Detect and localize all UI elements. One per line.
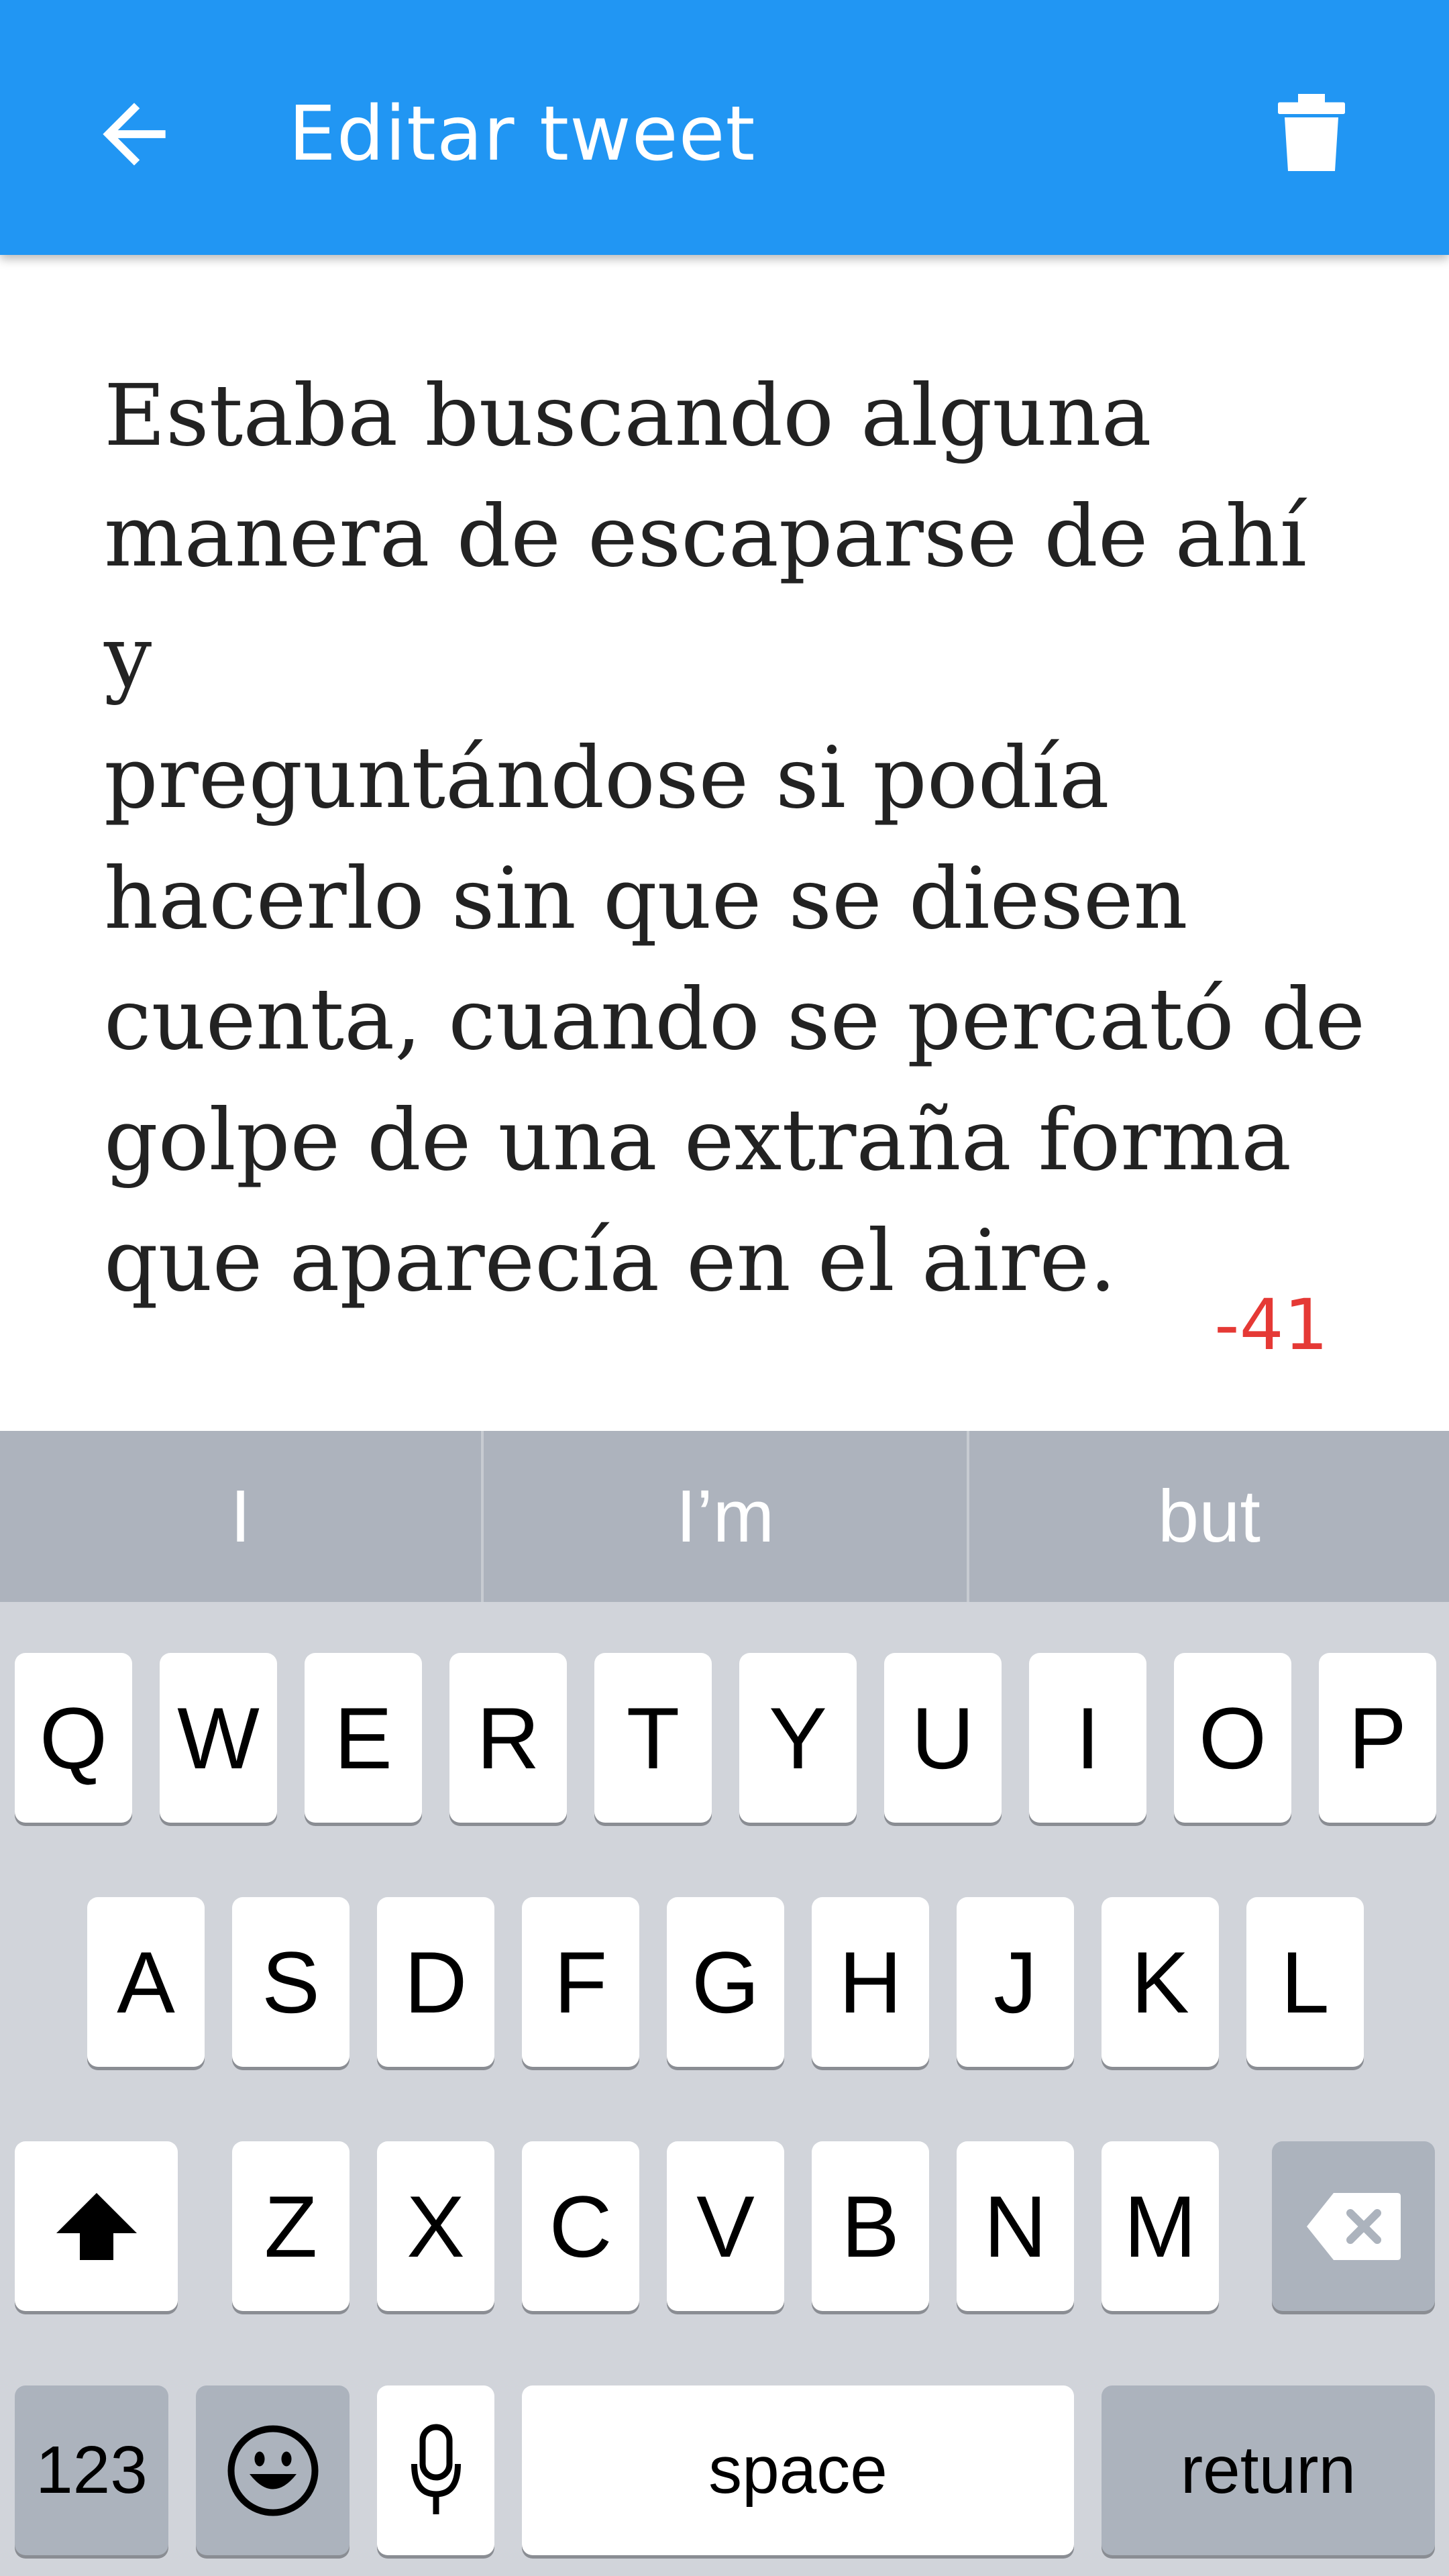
suggestion-item[interactable]: but: [969, 1431, 1449, 1602]
key-z[interactable]: Z: [232, 2141, 350, 2311]
key-h[interactable]: H: [812, 1897, 929, 2067]
key-p[interactable]: P: [1319, 1653, 1436, 1823]
key-q[interactable]: Q: [15, 1653, 132, 1823]
key-v[interactable]: V: [667, 2141, 784, 2311]
key-g[interactable]: G: [667, 1897, 784, 2067]
microphone-icon: [411, 2424, 461, 2514]
key-e[interactable]: E: [305, 1653, 422, 1823]
key-i[interactable]: I: [1029, 1653, 1146, 1823]
key-f[interactable]: F: [522, 1897, 639, 2067]
return-key[interactable]: return: [1102, 2385, 1435, 2555]
key-c[interactable]: C: [522, 2141, 639, 2311]
numbers-key[interactable]: 123: [15, 2385, 168, 2555]
suggestion-item[interactable]: I: [0, 1431, 481, 1602]
character-counter: -41: [1214, 1284, 1328, 1366]
arrow-left-icon: [103, 103, 166, 166]
key-s[interactable]: S: [232, 1897, 350, 2067]
key-l[interactable]: L: [1246, 1897, 1364, 2067]
key-o[interactable]: O: [1174, 1653, 1291, 1823]
key-y[interactable]: Y: [739, 1653, 857, 1823]
key-u[interactable]: U: [884, 1653, 1002, 1823]
key-m[interactable]: M: [1102, 2141, 1219, 2311]
key-x[interactable]: X: [377, 2141, 494, 2311]
key-n[interactable]: N: [957, 2141, 1074, 2311]
app-bar: Editar tweet: [0, 0, 1449, 255]
key-w[interactable]: W: [160, 1653, 277, 1823]
backspace-icon: [1306, 2192, 1401, 2260]
suggestion-bar: I I’m but: [0, 1431, 1449, 1602]
delete-button[interactable]: [1275, 94, 1348, 174]
space-key[interactable]: space: [522, 2385, 1074, 2555]
page-title: Editar tweet: [288, 91, 756, 178]
shift-arrow-icon: [56, 2192, 137, 2260]
tweet-text-input[interactable]: Estaba buscando alguna manera de escapar…: [104, 356, 1379, 1322]
shift-key[interactable]: [15, 2141, 178, 2311]
backspace-key[interactable]: [1272, 2141, 1435, 2311]
suggestion-item[interactable]: I’m: [484, 1431, 967, 1602]
key-a[interactable]: A: [87, 1897, 205, 2067]
key-k[interactable]: K: [1102, 1897, 1219, 2067]
key-b[interactable]: B: [812, 2141, 929, 2311]
back-button[interactable]: [87, 87, 181, 181]
dictation-key[interactable]: [377, 2385, 494, 2555]
key-d[interactable]: D: [377, 1897, 494, 2067]
on-screen-keyboard: I I’m but Q W E R T Y U I O P A S D F G …: [0, 1431, 1449, 2576]
key-t[interactable]: T: [594, 1653, 712, 1823]
emoji-icon: [227, 2425, 318, 2516]
emoji-key[interactable]: [196, 2385, 350, 2555]
key-j[interactable]: J: [957, 1897, 1074, 2067]
key-r[interactable]: R: [449, 1653, 567, 1823]
trash-icon: [1278, 94, 1345, 171]
